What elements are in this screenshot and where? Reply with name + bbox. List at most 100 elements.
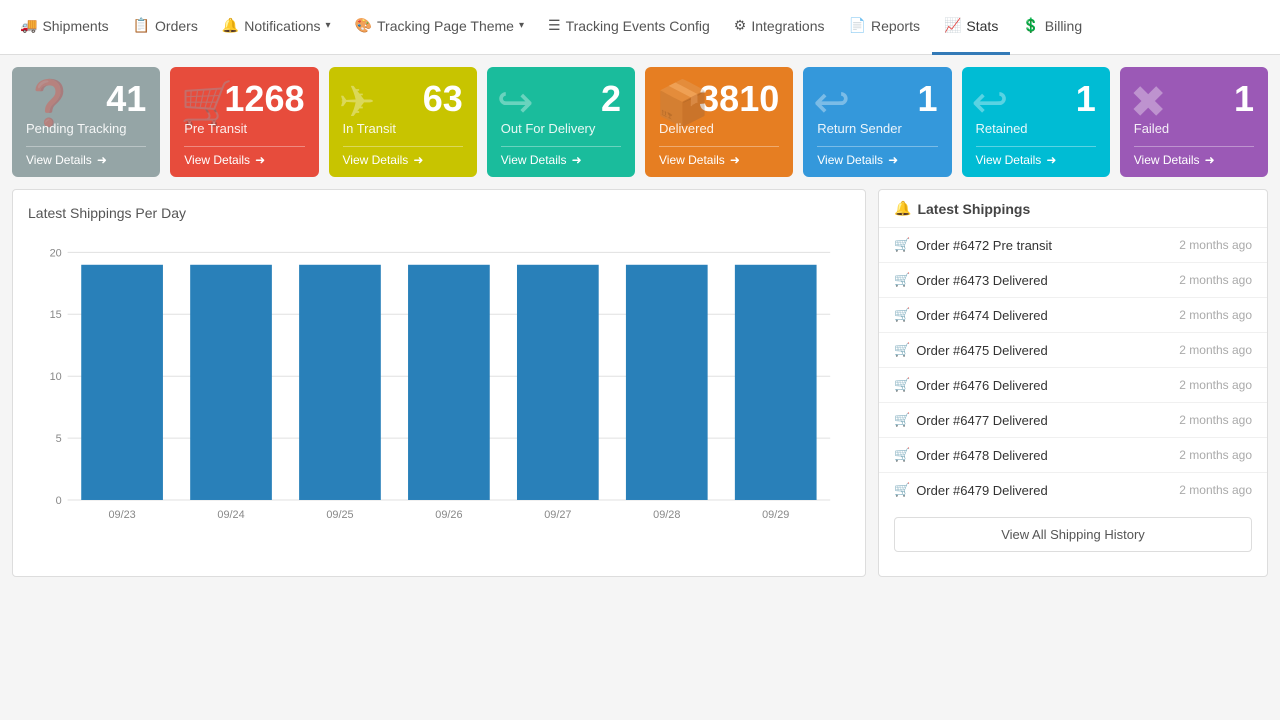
card-label-pre-transit: Pre Transit [184, 121, 304, 136]
arrow-icon-retained: ➜ [1046, 153, 1056, 167]
x-label-09/25: 09/25 [326, 509, 353, 521]
card-view-details-delivered[interactable]: View Details ➜ [659, 146, 779, 167]
arrow-icon-return-sender: ➜ [888, 153, 898, 167]
arrow-icon-out-delivery: ➜ [572, 153, 582, 167]
stat-card-retained: ↩ 1 Retained View Details ➜ [962, 67, 1110, 177]
svg-text:20: 20 [50, 247, 62, 259]
card-view-label-delivered: View Details [659, 153, 725, 167]
nav-item-shipments[interactable]: 🚚 Shipments [8, 0, 121, 55]
bar-09/28 [626, 265, 708, 500]
nav-item-notifications[interactable]: 🔔Notifications ▾ [210, 0, 343, 55]
svg-text:15: 15 [50, 309, 62, 321]
nav-item-reports[interactable]: 📄Reports [837, 0, 932, 55]
card-view-label-out-delivery: View Details [501, 153, 567, 167]
arrow-icon-failed: ➜ [1205, 153, 1215, 167]
arrow-icon-delivered: ➜ [730, 153, 740, 167]
list-item: 🛒 Order #6479 Delivered 2 months ago [879, 473, 1267, 507]
chevron-down-icon-notifications: ▾ [326, 20, 331, 31]
cart-icon-7: 🛒 [894, 482, 910, 498]
shipping-time-2: 2 months ago [1179, 308, 1252, 322]
shipping-order-label-5: Order #6477 Delivered [916, 413, 1048, 428]
shipping-order-label-4: Order #6476 Delivered [916, 378, 1048, 393]
shipping-order-5: 🛒 Order #6477 Delivered [894, 412, 1048, 428]
chart-area: 0510152009/2309/2409/2509/2609/2709/2809… [28, 231, 850, 561]
card-view-details-out-delivery[interactable]: View Details ➜ [501, 146, 621, 167]
cart-icon-3: 🛒 [894, 342, 910, 358]
shippings-header-label: Latest Shippings [917, 201, 1030, 217]
shipping-order-7: 🛒 Order #6479 Delivered [894, 482, 1048, 498]
card-view-details-return-sender[interactable]: View Details ➜ [817, 146, 937, 167]
cart-icon-4: 🛒 [894, 377, 910, 393]
shipping-time-3: 2 months ago [1179, 343, 1252, 357]
nav-label-integrations: Integrations [751, 18, 824, 34]
bar-09/25 [299, 265, 381, 500]
nav-icon-tracking-events: ☰ [548, 17, 561, 34]
card-view-details-retained[interactable]: View Details ➜ [976, 146, 1096, 167]
shippings-list: 🛒 Order #6472 Pre transit 2 months ago 🛒… [879, 228, 1267, 507]
shipping-time-4: 2 months ago [1179, 378, 1252, 392]
card-label-out-delivery: Out For Delivery [501, 121, 621, 136]
navbar: 🚚 Shipments 📋Orders🔔Notifications ▾🎨Tracki… [0, 0, 1280, 55]
bell-icon: 🔔 [894, 200, 911, 217]
x-label-09/23: 09/23 [108, 509, 135, 521]
nav-item-billing[interactable]: 💲 Billing [1010, 0, 1094, 55]
shipping-order-label-1: Order #6473 Delivered [916, 273, 1048, 288]
card-view-details-pre-transit[interactable]: View Details ➜ [184, 146, 304, 167]
nav-label-tracking-events: Tracking Events Config [566, 18, 710, 34]
nav-label-notifications: Notifications [244, 18, 320, 34]
shipping-time-7: 2 months ago [1179, 483, 1252, 497]
shipping-order-label-7: Order #6479 Delivered [916, 483, 1048, 498]
shipping-order-0: 🛒 Order #6472 Pre transit [894, 237, 1052, 253]
view-all-shipping-history-button[interactable]: View All Shipping History [894, 517, 1252, 552]
svg-text:0: 0 [56, 495, 62, 507]
shipping-order-2: 🛒 Order #6474 Delivered [894, 307, 1048, 323]
bar-09/24 [190, 265, 272, 500]
shipping-order-label-2: Order #6474 Delivered [916, 308, 1048, 323]
nav-item-integrations[interactable]: ⚙Integrations [722, 0, 837, 55]
nav-label-shipments: Shipments [42, 18, 108, 34]
shipping-time-0: 2 months ago [1179, 238, 1252, 252]
stat-card-pending: ❓ 41 Pending Tracking View Details ➜ [12, 67, 160, 177]
cart-icon-5: 🛒 [894, 412, 910, 428]
bar-09/26 [408, 265, 490, 500]
shipping-time-5: 2 months ago [1179, 413, 1252, 427]
card-view-label-failed: View Details [1134, 153, 1200, 167]
card-view-label-in-transit: View Details [343, 153, 409, 167]
stat-card-pre-transit: 🛒 1268 Pre Transit View Details ➜ [170, 67, 318, 177]
nav-icon-integrations: ⚙ [734, 17, 747, 34]
arrow-icon-in-transit: ➜ [413, 153, 423, 167]
card-label-in-transit: In Transit [343, 121, 463, 136]
bar-chart: 0510152009/2309/2409/2509/2609/2709/2809… [28, 231, 850, 561]
shipping-order-6: 🛒 Order #6478 Delivered [894, 447, 1048, 463]
list-item: 🛒 Order #6477 Delivered 2 months ago [879, 403, 1267, 438]
card-label-failed: Failed [1134, 121, 1254, 136]
nav-item-tracking-events[interactable]: ☰ Tracking Events Config [536, 0, 722, 55]
bar-09/23 [81, 265, 163, 500]
card-label-retained: Retained [976, 121, 1096, 136]
list-item: 🛒 Order #6475 Delivered 2 months ago [879, 333, 1267, 368]
shipping-time-1: 2 months ago [1179, 273, 1252, 287]
card-view-details-failed[interactable]: View Details ➜ [1134, 146, 1254, 167]
nav-item-tracking-page-theme[interactable]: 🎨Tracking Page Theme ▾ [343, 0, 536, 55]
nav-icon-reports: 📄 [849, 17, 866, 34]
shipping-order-3: 🛒 Order #6475 Delivered [894, 342, 1048, 358]
card-view-details-in-transit[interactable]: View Details ➜ [343, 146, 463, 167]
list-item: 🛒 Order #6473 Delivered 2 months ago [879, 263, 1267, 298]
shipping-order-label-3: Order #6475 Delivered [916, 343, 1048, 358]
nav-item-stats[interactable]: 📈Stats [932, 0, 1010, 55]
bar-09/29 [735, 265, 817, 500]
cart-icon-0: 🛒 [894, 237, 910, 253]
shippings-header: 🔔 Latest Shippings [879, 190, 1267, 228]
nav-icon-shipments: 🚚 [20, 17, 37, 34]
nav-label-billing: Billing [1045, 18, 1082, 34]
card-label-pending: Pending Tracking [26, 121, 146, 136]
shipping-order-label-6: Order #6478 Delivered [916, 448, 1048, 463]
nav-item-orders[interactable]: 📋Orders [121, 0, 210, 55]
x-label-09/26: 09/26 [435, 509, 462, 521]
nav-icon-billing: 💲 [1022, 17, 1039, 34]
card-view-details-pending[interactable]: View Details ➜ [26, 146, 146, 167]
nav-label-orders: Orders [155, 18, 198, 34]
stat-card-in-transit: ✈ 63 In Transit View Details ➜ [329, 67, 477, 177]
list-item: 🛒 Order #6476 Delivered 2 months ago [879, 368, 1267, 403]
x-label-09/24: 09/24 [217, 509, 244, 521]
